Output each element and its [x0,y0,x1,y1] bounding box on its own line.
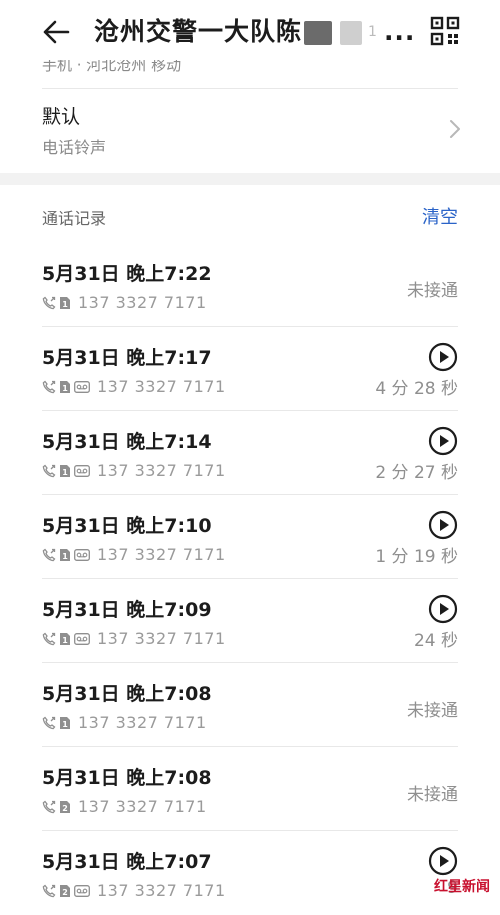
svg-text:1: 1 [62,720,68,729]
outgoing-call-icon [42,296,56,309]
call-time: 5月31日 晚上7:10 [42,515,212,537]
outgoing-call-icon [42,716,56,729]
phone-number: 137 3327 7171 [78,293,207,312]
outgoing-call-icon [42,464,56,477]
sim-card-icon: 1 [60,296,70,309]
play-circle-icon[interactable] [428,846,458,876]
call-time: 5月31日 晚上7:08 [42,767,212,789]
call-meta: 1 137 3327 7171 [42,629,226,648]
contact-name: 沧州交警一大队陈 [94,17,303,46]
sim-card-icon: 1 [60,716,70,729]
call-meta: 1 137 3327 7171 [42,713,207,732]
sim-card-icon: 2 [60,884,70,897]
voicemail-recording-icon [74,884,90,897]
voicemail-recording-icon [74,380,90,393]
call-time: 5月31日 晚上7:09 [42,599,212,621]
ringtone-row[interactable]: 默认 电话铃声 [0,88,500,173]
call-log-row[interactable]: 5月31日 晚上7:09 1 137 3327 7171 24 秒 [0,579,500,663]
voicemail-recording-icon [74,548,90,561]
call-log-row[interactable]: 5月31日 晚上7:14 1 137 3327 7171 2 分 27 秒 [0,411,500,495]
svg-text:2: 2 [62,888,68,897]
call-log-title: 通话记录 [42,209,107,228]
play-circle-icon[interactable] [428,342,458,372]
title-ellipsis: ... [383,17,416,46]
clear-button[interactable]: 清空 [422,203,458,229]
phone-number: 137 3327 7171 [78,713,207,732]
voicemail-recording-icon [74,464,90,477]
call-meta: 1 137 3327 7171 [42,545,226,564]
call-meta: 1 137 3327 7171 [42,293,207,312]
play-circle-icon[interactable] [428,594,458,624]
call-log-row[interactable]: 5月31日 晚上7:10 1 137 3327 7171 1 分 19 秒 [0,495,500,579]
svg-text:1: 1 [62,552,68,561]
outgoing-call-icon [42,632,56,645]
sim-card-icon: 1 [60,380,70,393]
svg-text:1: 1 [62,468,68,477]
app-header: 沧州交警一大队陈 1... [0,0,500,64]
section-gap [0,173,500,185]
call-time: 5月31日 晚上7:17 [42,347,212,369]
call-status: 未接通 [407,281,458,301]
outgoing-call-icon [42,548,56,561]
redacted-block [340,21,363,45]
contact-title: 沧州交警一大队陈 1... [94,16,415,48]
svg-text:1: 1 [62,384,68,393]
phone-number: 137 3327 7171 [97,881,226,900]
play-circle-icon[interactable] [428,510,458,540]
outgoing-call-icon [42,884,56,897]
call-status: 未接通 [407,785,458,805]
sim-card-icon: 1 [60,548,70,561]
sim-card-icon: 1 [60,632,70,645]
call-log-row[interactable]: 5月31日 晚上7:22 1 137 3327 7171 未接通 [0,243,500,327]
play-circle-icon[interactable] [428,426,458,456]
call-meta: 2 137 3327 7171 [42,881,226,900]
call-time: 5月31日 晚上7:14 [42,431,212,453]
call-log-row[interactable]: 5月31日 晚上7:08 2 137 3327 7171 未接通 [0,747,500,831]
voicemail-recording-icon [74,632,90,645]
svg-text:1: 1 [62,300,68,309]
phone-number: 137 3327 7171 [97,461,226,480]
call-meta: 1 137 3327 7171 [42,377,226,396]
call-time: 5月31日 晚上7:22 [42,263,212,285]
watermark-logo: 红星新闻 [434,876,490,896]
call-status: 2 分 27 秒 [375,463,458,483]
outgoing-call-icon [42,380,56,393]
call-status: 4 分 28 秒 [375,379,458,399]
chevron-right-icon [450,120,460,138]
call-log-row[interactable]: 5月31日 晚上7:17 1 137 3327 7171 4 分 28 秒 [0,327,500,411]
call-log-row[interactable]: 5月31日 晚上7:07 2 137 3327 7171 9 [0,831,500,915]
contact-info-cut: 手机 · 河北沧州 移动 [42,60,182,72]
call-time: 5月31日 晚上7:07 [42,851,212,873]
call-meta: 2 137 3327 7171 [42,797,207,816]
call-time: 5月31日 晚上7:08 [42,683,212,705]
call-status: 24 秒 [413,631,458,651]
phone-number: 137 3327 7171 [78,797,207,816]
ringtone-value: 默认 [42,106,81,128]
call-log-list: 5月31日 晚上7:22 1 137 3327 7171 未接通 5月31日 晚上7:1… [0,243,500,915]
call-status: 未接通 [407,701,458,721]
svg-text:1: 1 [62,636,68,645]
phone-number: 137 3327 7171 [97,377,226,396]
phone-number: 137 3327 7171 [97,629,226,648]
call-meta: 1 137 3327 7171 [42,461,226,480]
qr-code-icon[interactable] [430,16,460,46]
watermark-text: 红星新闻 [434,879,490,895]
redacted-block [304,21,333,45]
sim-card-icon: 1 [60,464,70,477]
call-status: 1 分 19 秒 [375,547,458,567]
svg-text:2: 2 [62,804,68,813]
arrow-left-icon[interactable] [40,16,72,48]
sim-card-icon: 2 [60,800,70,813]
phone-number: 137 3327 7171 [97,545,226,564]
outgoing-call-icon [42,800,56,813]
call-log-row[interactable]: 5月31日 晚上7:08 1 137 3327 7171 未接通 [0,663,500,747]
title-trailing: 1 [368,24,378,40]
call-log-header: 通话记录 清空 [0,185,500,243]
ringtone-label: 电话铃声 [42,138,107,157]
